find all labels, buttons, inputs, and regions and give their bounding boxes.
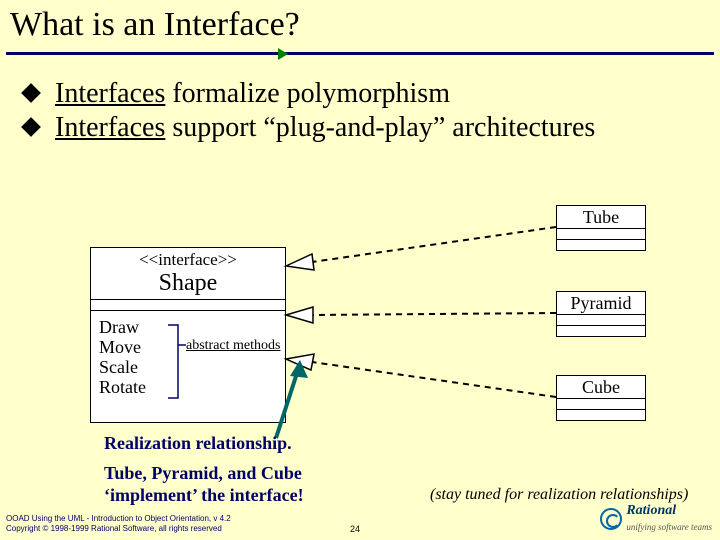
op-draw: Draw xyxy=(99,317,285,337)
bullet-2-rest: support “plug-and-play” architectures xyxy=(165,112,595,143)
abstract-methods-label: abstract methods xyxy=(186,338,280,354)
footer-line2: Copyright © 1998-1999 Rational Software,… xyxy=(6,524,231,534)
realization-note: Realization relationship. xyxy=(104,432,292,454)
class-cube-ops xyxy=(557,409,645,420)
bullet-1-key: Interfaces xyxy=(55,78,165,109)
class-cube-name: Cube xyxy=(557,376,645,398)
diamond-icon xyxy=(21,83,41,103)
interface-shape-box: <<interface>> Shape Draw Move Scale Rota… xyxy=(90,247,286,423)
footer-copyright: OOAD Using the UML - Introduction to Obj… xyxy=(6,514,231,534)
rational-swirl-icon xyxy=(600,508,622,530)
op-scale: Scale xyxy=(99,357,285,377)
logo-tagline: unifying software teams xyxy=(626,522,712,532)
title-arrow-icon xyxy=(278,48,288,60)
class-tube-box: Tube xyxy=(556,205,646,251)
class-pyramid-box: Pyramid xyxy=(556,291,646,337)
bullet-2: Interfaces support “plug-and-play” archi… xyxy=(24,112,684,144)
rational-logo: Rational unifying software teams xyxy=(600,503,712,534)
name-separator xyxy=(91,299,285,300)
class-pyramid-attr xyxy=(557,314,645,325)
rational-logo-text: Rational unifying software teams xyxy=(626,503,712,534)
class-pyramid-ops xyxy=(557,325,645,336)
logo-brand: Rational xyxy=(626,503,676,518)
diamond-icon xyxy=(21,117,41,137)
bullet-1: Interfaces formalize polymorphism xyxy=(24,78,450,110)
implement-note: Tube, Pyramid, and Cube ‘implement’ the … xyxy=(104,462,304,506)
bullet-2-key: Interfaces xyxy=(55,112,165,143)
class-tube-attr xyxy=(557,228,645,239)
class-cube-box: Cube xyxy=(556,375,646,421)
class-pyramid-name: Pyramid xyxy=(557,292,645,314)
page-number: 24 xyxy=(350,524,360,534)
op-rotate: Rotate xyxy=(99,377,285,397)
class-tube-name: Tube xyxy=(557,206,645,228)
stereotype-label: <<interface>> xyxy=(91,250,285,270)
slide-title: What is an Interface? xyxy=(10,6,300,44)
interface-name: Shape xyxy=(91,270,285,297)
operations-list: Draw Move Scale Rotate xyxy=(91,311,285,397)
stay-tuned-note: (stay tuned for realization relationship… xyxy=(430,486,688,504)
implement-note-line2: ‘implement’ the interface! xyxy=(104,484,304,506)
class-cube-attr xyxy=(557,398,645,409)
class-tube-ops xyxy=(557,239,645,250)
footer-line1: OOAD Using the UML - Introduction to Obj… xyxy=(6,514,231,524)
bullet-1-rest: formalize polymorphism xyxy=(165,78,450,109)
implement-note-line1: Tube, Pyramid, and Cube xyxy=(104,462,304,484)
title-rule xyxy=(6,52,714,55)
